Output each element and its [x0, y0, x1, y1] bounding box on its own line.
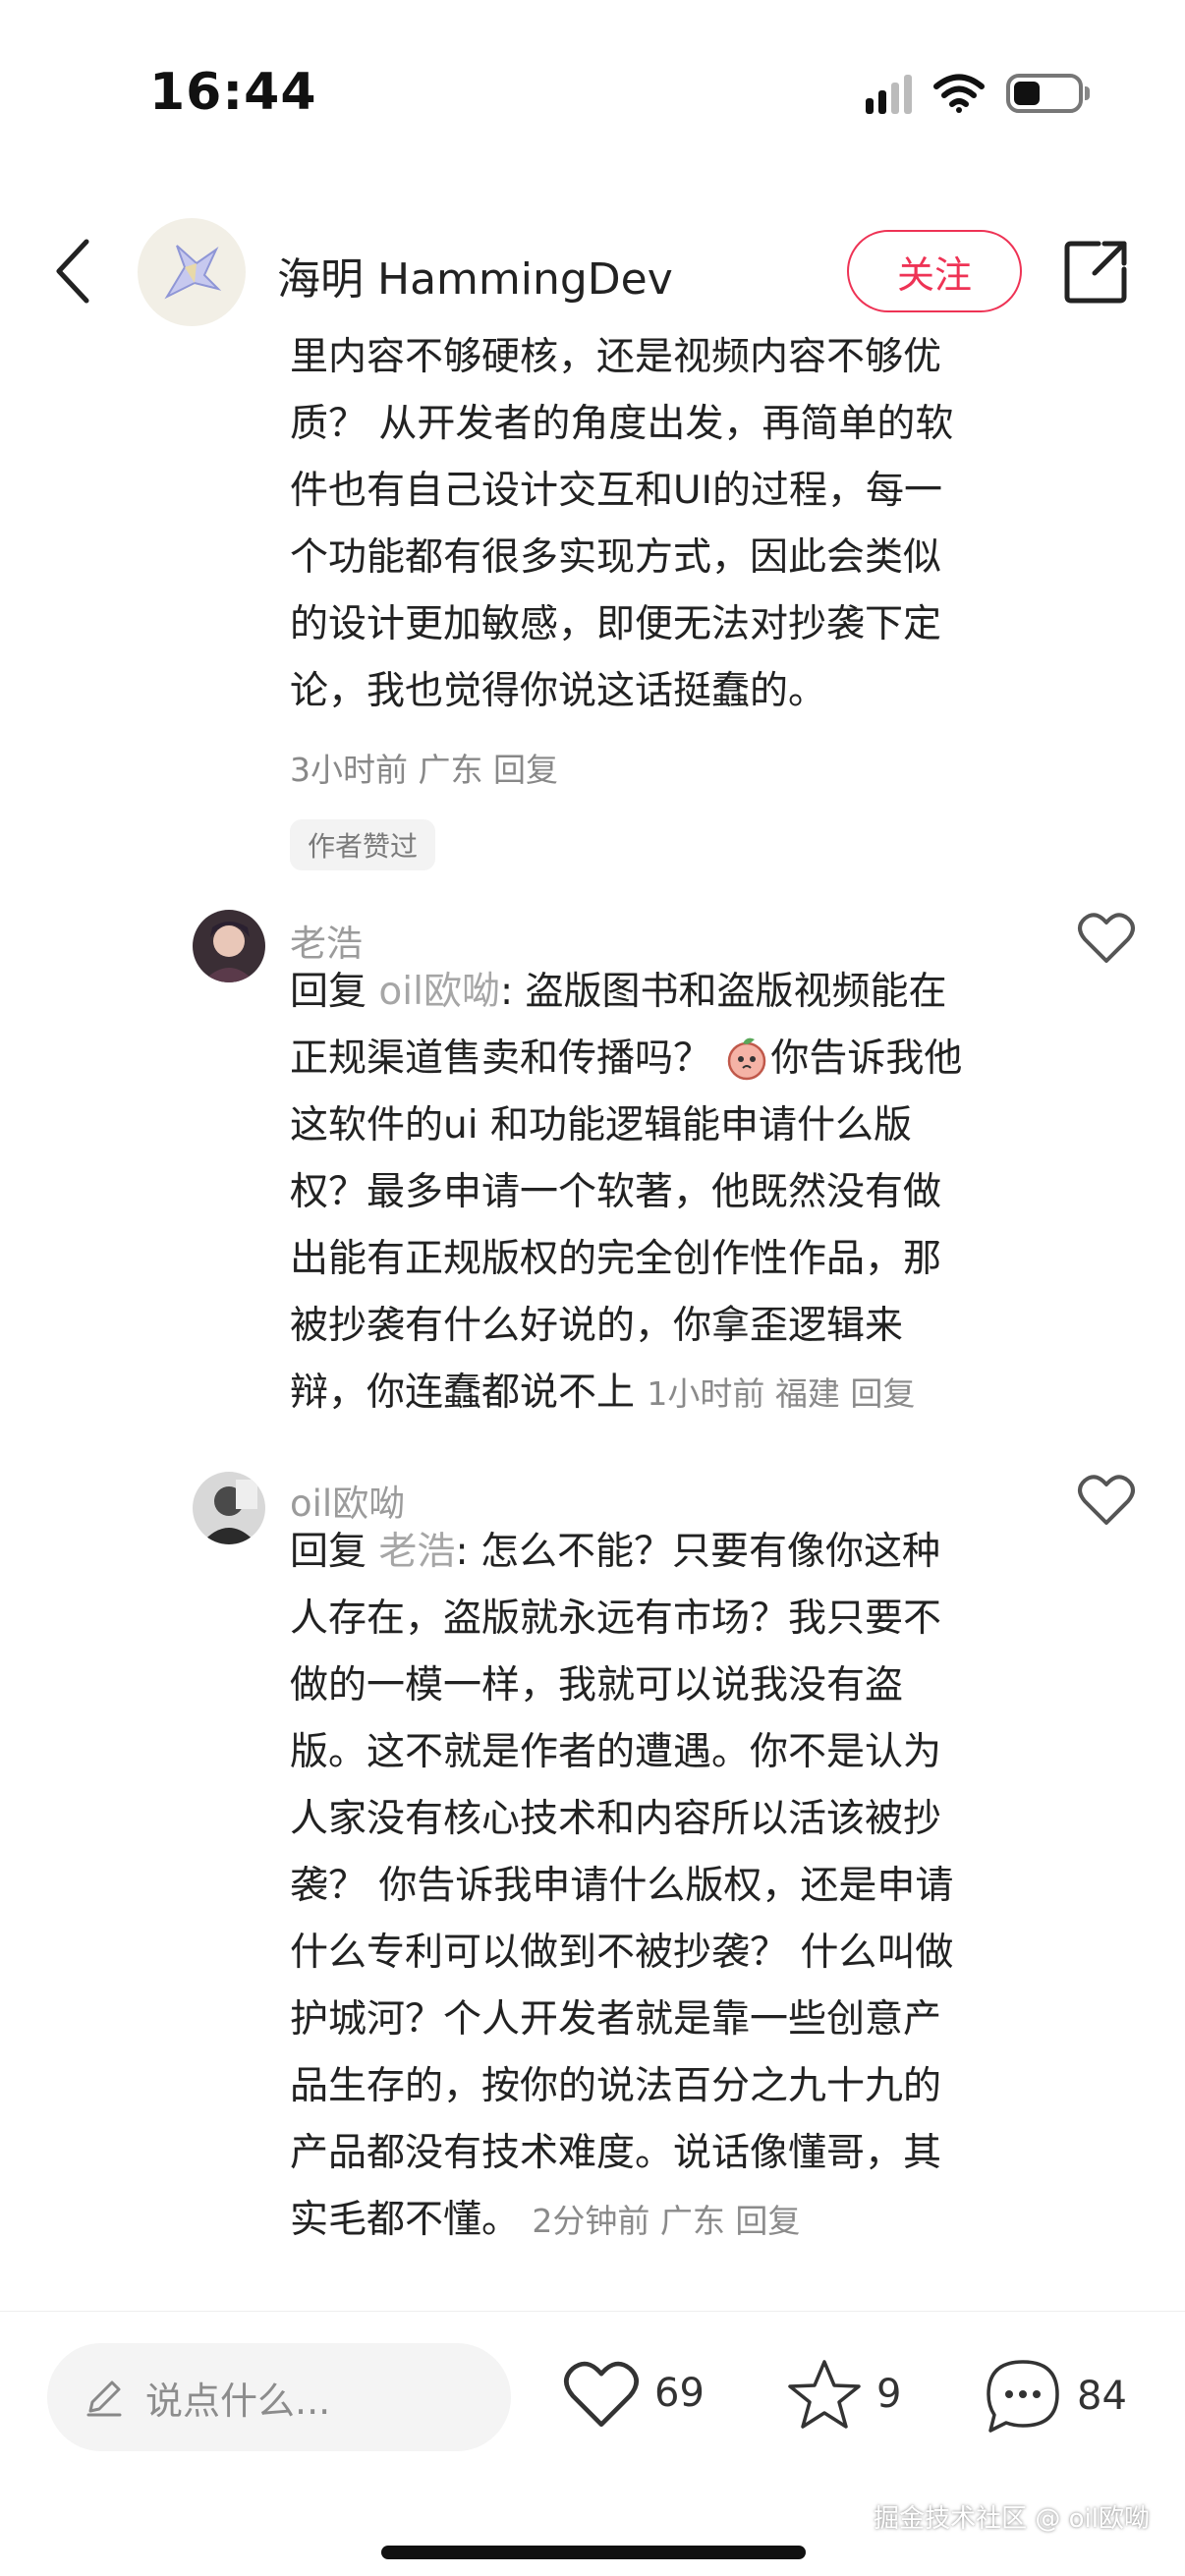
- comment-line: 出能有正规版权的完全创作性作品，那: [290, 1237, 942, 1281]
- avatar-image: [193, 1472, 265, 1544]
- heart-icon[interactable]: [1077, 910, 1136, 965]
- avatar[interactable]: [193, 1472, 265, 1544]
- back-button[interactable]: [43, 236, 102, 307]
- comment-line: 这软件的ui 和功能逻辑能申请什么版: [290, 1103, 912, 1148]
- favorite-count: 9: [876, 2372, 902, 2417]
- reply-text: 回复 老浩: 怎么不能？只要有像你这种 人存在，盗版就永远有市场？我只要不 做的…: [290, 1519, 1017, 2255]
- like-count: 69: [654, 2371, 705, 2416]
- comment-line: 什么专利可以做到不被抄袭？ 什么叫做: [290, 1931, 954, 1975]
- comment-button[interactable]: 84: [983, 2357, 1127, 2436]
- signal-icon: [866, 73, 912, 114]
- comment-line: 做的一模一样，我就可以说我没有盗: [290, 1663, 904, 1708]
- like-button[interactable]: 69: [562, 2357, 705, 2430]
- status-bar: 16:44: [0, 0, 1185, 196]
- author-avatar[interactable]: [138, 218, 246, 326]
- watermark: 掘金技术社区 @ oil欧呦: [874, 2504, 1150, 2534]
- reply-to-name[interactable]: 老浩: [378, 1530, 455, 1574]
- wifi-icon: [933, 74, 985, 113]
- comment-count: 84: [1077, 2374, 1127, 2419]
- comment-line: 回复 oil欧呦: 盗版图书和盗版视频能在: [290, 970, 947, 1014]
- reply-prefix: 回复: [290, 970, 367, 1014]
- main-comment-text: 里内容不够硬核，还是视频内容不够优 质？ 从开发者的角度出发，再简单的软 件也有…: [290, 334, 1037, 725]
- bird-logo-icon: [164, 245, 222, 300]
- peach-emoji-icon: [728, 1037, 766, 1081]
- star-icon: [788, 2360, 861, 2429]
- follow-button[interactable]: 关注: [847, 230, 1022, 312]
- comment-line: 论，我也觉得你说这话挺蠢的。: [290, 669, 827, 713]
- comment-line: 人存在，盗版就永远有市场？我只要不: [290, 1596, 942, 1641]
- comment-thread: 里内容不够硬核，还是视频内容不够优 质？ 从开发者的角度出发，再简单的软 件也有…: [0, 334, 1185, 2297]
- comment-line: 个功能都有很多实现方式，因此会类似: [290, 535, 942, 580]
- comment-line: 件也有自己设计交互和UI的过程，每一: [290, 469, 943, 513]
- comment-line: 被抄袭有什么好说的，你拿歪逻辑来: [290, 1304, 904, 1348]
- battery-icon: [1006, 74, 1090, 113]
- comment-icon: [987, 2360, 1059, 2433]
- main-comment-meta[interactable]: 3小时前 广东 回复: [290, 744, 558, 791]
- comment-line: 质？ 从开发者的角度出发，再简单的软: [290, 402, 954, 446]
- comment-text: 正规渠道售卖和传播吗？: [290, 1036, 712, 1081]
- comment-text: 盗版图书和盗版视频能在: [525, 970, 947, 1014]
- comment-line: 产品都没有技术难度。说话像懂哥，其: [290, 2131, 942, 2175]
- avatar-image: [193, 910, 265, 982]
- comment-input-placeholder: 说点什么...: [145, 2379, 331, 2423]
- share-icon: [1064, 241, 1127, 304]
- heart-icon: [564, 2361, 639, 2428]
- comment-line: 里内容不够硬核，还是视频内容不够优: [290, 335, 942, 379]
- comment-line: 护城河？个人开发者就是靠一些创意产: [290, 1997, 942, 2042]
- comment-text: 怎么不能？只要有像你这种: [480, 1530, 940, 1574]
- reply-prefix: 回复: [290, 1530, 367, 1574]
- reply-text: 回复 oil欧呦: 盗版图书和盗版视频能在 正规渠道售卖和传播吗？ 你告诉我他 …: [290, 959, 1017, 1428]
- avatar[interactable]: [193, 910, 265, 982]
- reply-meta[interactable]: 2分钟前 广东 回复: [532, 2202, 800, 2240]
- comment-line: 正规渠道售卖和传播吗？ 你告诉我他: [290, 1026, 1017, 1092]
- comment-text: 实毛都不懂。: [290, 2198, 521, 2242]
- comment-line: 权？最多申请一个软著，他既然没有做: [290, 1170, 942, 1214]
- status-time: 16:44: [149, 63, 317, 122]
- back-icon: [56, 239, 89, 304]
- status-icons: [866, 73, 1090, 114]
- comment-line: 回复 老浩: 怎么不能？只要有像你这种: [290, 1530, 940, 1574]
- comment-line: 品生存的，按你的说法百分之九十九的: [290, 2064, 942, 2108]
- reply-meta[interactable]: 1小时前 福建 回复: [647, 1374, 915, 1413]
- comment-line: 袭？ 你告诉我申请什么版权，还是申请: [290, 1864, 954, 1908]
- comment-line: 的设计更加敏感，即便无法对抄袭下定: [290, 602, 942, 646]
- author-name[interactable]: 海明 HammingDev: [277, 244, 673, 307]
- comment-input[interactable]: 说点什么...: [47, 2343, 511, 2451]
- comment-line: 实毛都不懂。 2分钟前 广东 回复: [290, 2187, 1017, 2255]
- comment-line: 人家没有核心技术和内容所以活该被抄: [290, 1797, 942, 1841]
- comment-text: 辩，你连蠢都说不上: [290, 1371, 636, 1415]
- home-indicator[interactable]: [381, 2546, 806, 2559]
- reply-to-name[interactable]: oil欧呦: [378, 970, 500, 1014]
- favorite-button[interactable]: 9: [786, 2357, 901, 2432]
- comment-line: 辩，你连蠢都说不上 1小时前 福建 回复: [290, 1360, 1017, 1428]
- comment-line: 版。这不就是作者的遭遇。你不是认为: [290, 1730, 942, 1774]
- author-liked-badge: 作者赞过: [290, 819, 436, 870]
- share-button[interactable]: [1061, 236, 1132, 307]
- heart-icon[interactable]: [1077, 1472, 1136, 1527]
- bottom-action-bar: 说点什么... 69 9 84 掘金技术社区 @ oil欧呦: [0, 2311, 1185, 2576]
- comment-text: 你告诉我他: [770, 1036, 963, 1081]
- pencil-icon: [86, 2380, 122, 2417]
- header: 海明 HammingDev 关注: [0, 206, 1185, 334]
